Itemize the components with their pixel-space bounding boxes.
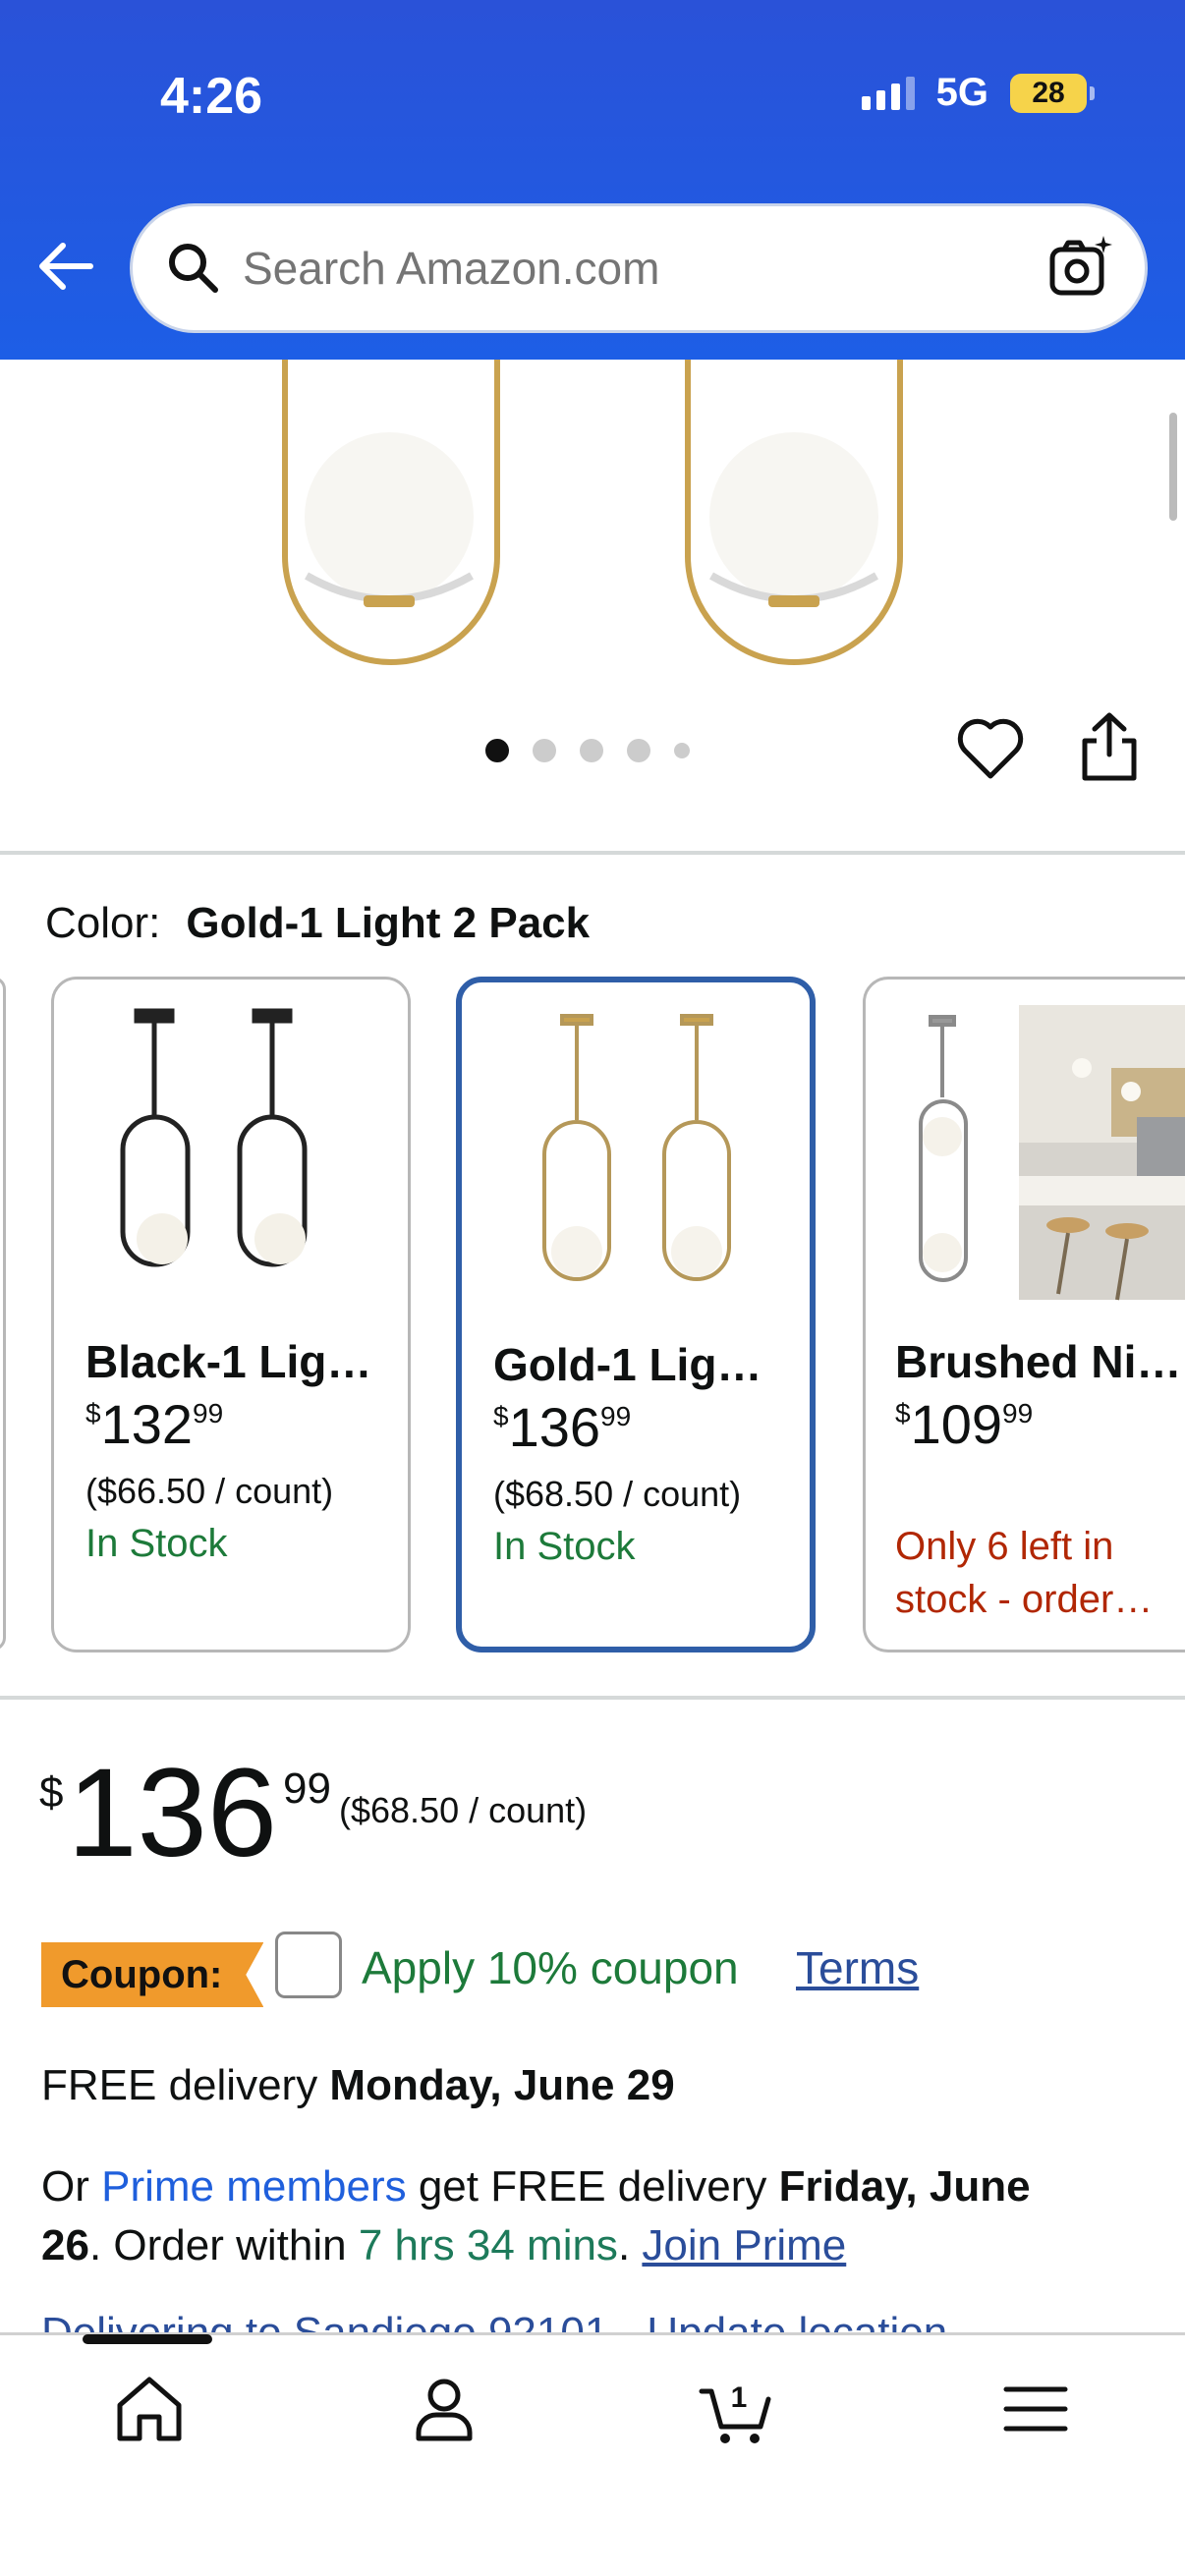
- cart-count: 1: [731, 2381, 748, 2414]
- pendant-light-left: [282, 360, 500, 665]
- coupon-checkbox[interactable]: [275, 1932, 342, 1998]
- top-header: 4:26 5G 28: [0, 0, 1185, 360]
- carousel-dot-5[interactable]: [674, 743, 690, 758]
- swatch-name: Gold-1 Lig…: [493, 1339, 762, 1390]
- order-within-prefix: . Order within: [88, 2221, 359, 2269]
- heart-icon[interactable]: [955, 713, 1026, 784]
- prime-delivery-info: Or Prime members get FREE delivery Frida…: [41, 2157, 1142, 2275]
- coupon-badge: Coupon:: [41, 1942, 264, 2007]
- color-swatch-black[interactable]: Black-1 Lig… $13299 ($66.50 / count) In …: [51, 977, 411, 1652]
- menu-icon[interactable]: [996, 2370, 1075, 2448]
- divider: [0, 1696, 1185, 1700]
- home-icon[interactable]: [110, 2370, 189, 2448]
- swatch-image-nickel: [919, 1005, 1185, 1301]
- pendant-light-right: [685, 360, 903, 665]
- swatch-price: $13699: [493, 1395, 631, 1459]
- unit-price: ($68.50 / count): [339, 1790, 588, 1830]
- product-price: $ 136 99: [39, 1751, 331, 1876]
- battery-level: 28: [1032, 76, 1065, 109]
- swatch-price-whole: 132: [100, 1393, 194, 1455]
- swatch-price-symbol: $: [493, 1401, 509, 1431]
- camera-search-icon[interactable]: [1046, 234, 1115, 303]
- signal-icon: [861, 76, 915, 110]
- carousel-dot-4[interactable]: [627, 739, 650, 762]
- swatch-partial[interactable]: [0, 977, 6, 1651]
- coupon-terms-link[interactable]: Terms: [796, 1941, 919, 1994]
- swatch-price-fraction: 99: [600, 1401, 632, 1431]
- search-bar[interactable]: [130, 203, 1148, 333]
- prime-or: Or: [41, 2162, 102, 2211]
- status-time: 4:26: [160, 68, 263, 125]
- search-icon: [169, 244, 218, 293]
- divider: [0, 851, 1185, 855]
- search-input[interactable]: [243, 242, 1046, 295]
- join-prime-link[interactable]: Join Prime: [642, 2221, 846, 2269]
- price-fraction: 99: [283, 1764, 331, 1813]
- swatch-unit-price: ($66.50 / count): [85, 1471, 334, 1511]
- prime-date-a: Friday, June: [778, 2162, 1031, 2211]
- delivery-date: Monday, June 29: [329, 2061, 675, 2109]
- carousel-dot-1[interactable]: [485, 739, 509, 762]
- swatch-price-whole: 109: [910, 1393, 1003, 1455]
- swatch-unit-price: ($68.50 / count): [493, 1474, 742, 1514]
- status-indicators: 5G 28: [861, 71, 1095, 115]
- swatch-price: $13299: [85, 1392, 223, 1456]
- color-swatch-brushed-nickel[interactable]: Brushed Ni… $10999 Only 6 left in stock …: [863, 977, 1185, 1652]
- carousel-dot-3[interactable]: [580, 739, 603, 762]
- price-symbol: $: [39, 1768, 64, 1817]
- delivery-prefix: FREE delivery: [41, 2061, 330, 2109]
- swatch-stock: In Stock: [85, 1522, 228, 1565]
- prime-members-link[interactable]: Prime members: [101, 2162, 407, 2211]
- swatch-price-fraction: 99: [193, 1398, 224, 1428]
- color-label: Color: Gold-1 Light 2 Pack: [45, 899, 590, 948]
- swatch-name: Black-1 Lig…: [85, 1336, 372, 1387]
- swatch-stock: Only 6 left in stock - order…: [895, 1525, 1154, 1621]
- order-period: .: [617, 2221, 631, 2269]
- battery-icon: 28: [1010, 73, 1095, 113]
- network-label: 5G: [935, 71, 988, 114]
- cart-icon[interactable]: 1: [698, 2370, 776, 2448]
- swatch-price-symbol: $: [85, 1398, 101, 1428]
- swatch-price-symbol: $: [895, 1398, 911, 1428]
- account-icon[interactable]: [405, 2370, 483, 2448]
- carousel-dots[interactable]: [485, 739, 690, 762]
- coupon-apply-text[interactable]: Apply 10% coupon: [362, 1941, 739, 1994]
- swatch-price: $10999: [895, 1392, 1033, 1456]
- prime-mid: get FREE delivery: [406, 2162, 779, 2211]
- carousel-dot-2[interactable]: [533, 739, 556, 762]
- back-arrow-icon[interactable]: [35, 236, 96, 297]
- scroll-indicator: [1169, 413, 1177, 521]
- swatch-image-gold: [542, 1014, 731, 1281]
- price-whole: 136: [67, 1743, 278, 1883]
- color-label-prefix: Color:: [45, 899, 161, 947]
- selected-color: Gold-1 Light 2 Pack: [186, 899, 591, 947]
- share-icon[interactable]: [1075, 709, 1144, 784]
- swatch-image-black: [120, 1008, 308, 1267]
- swatch-price-whole: 136: [508, 1396, 601, 1458]
- delivery-info: FREE delivery Monday, June 29: [41, 2061, 675, 2110]
- swatch-name: Brushed Ni…: [895, 1336, 1182, 1387]
- swatch-stock: In Stock: [493, 1525, 636, 1568]
- prime-date-b: 26: [41, 2221, 89, 2269]
- color-swatch-gold[interactable]: Gold-1 Lig… $13699 ($68.50 / count) In S…: [456, 977, 816, 1652]
- active-tab-indicator: [83, 2334, 212, 2344]
- order-within-time: 7 hrs 34 mins: [358, 2221, 618, 2269]
- swatch-price-fraction: 99: [1002, 1398, 1034, 1428]
